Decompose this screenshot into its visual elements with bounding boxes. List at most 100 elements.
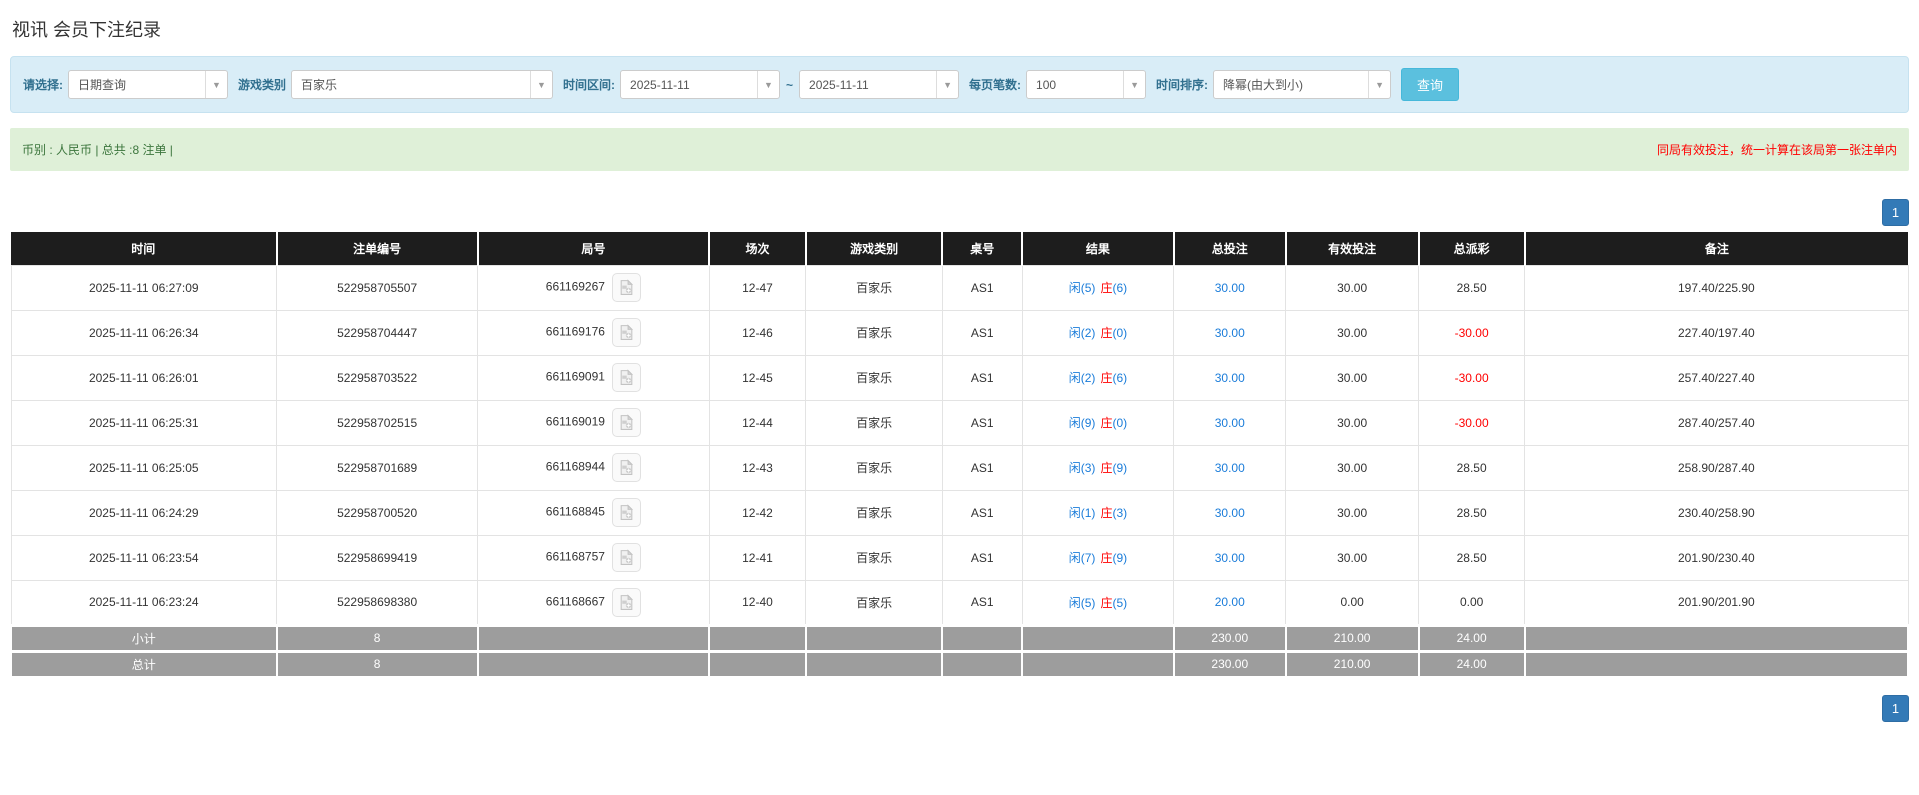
total-bet-link[interactable]: 20.00 (1215, 595, 1245, 609)
empty-cell (942, 651, 1022, 677)
total-bet-cell[interactable]: 30.00 (1174, 310, 1286, 355)
total-bet-link[interactable]: 30.00 (1215, 281, 1245, 295)
total-bet-cell[interactable]: 30.00 (1174, 265, 1286, 310)
payout-cell: 28.50 (1419, 490, 1525, 535)
column-header-0: 时间 (11, 232, 277, 265)
empty-cell (709, 625, 806, 651)
video-file-icon (618, 324, 635, 341)
valid-bet-cell: 30.00 (1286, 490, 1419, 535)
game-category-select[interactable]: 百家乐 ▼ (291, 70, 553, 99)
bet-id-cell: 522958701689 (277, 445, 478, 490)
result-banker-label: 庄 (1100, 326, 1112, 340)
column-header-8: 有效投注 (1286, 232, 1419, 265)
total-bet-cell[interactable]: 30.00 (1174, 445, 1286, 490)
round-cell: 661169176 (478, 310, 709, 355)
page-size-label: 每页笔数: (969, 76, 1021, 93)
round-id: 661168667 (546, 594, 605, 608)
total-bet-link[interactable]: 30.00 (1215, 416, 1245, 430)
video-replay-button[interactable] (612, 498, 641, 527)
bet-time-cell: 2025-11-11 06:27:09 (11, 265, 277, 310)
remark-cell: 287.40/257.40 (1525, 400, 1908, 445)
table-no-cell: AS1 (942, 580, 1022, 625)
query-type-value: 日期查询 (69, 76, 135, 93)
video-replay-button[interactable] (612, 543, 641, 572)
bet-id-cell: 522958698380 (277, 580, 478, 625)
subtotal-row: 小计 8 230.00 210.00 24.00 (11, 625, 1908, 651)
remark-cell: 197.40/225.90 (1525, 265, 1908, 310)
bet-id-cell: 522958704447 (277, 310, 478, 355)
result-cell: 闲(2)庄(6) (1022, 355, 1174, 400)
bet-id-cell: 522958703522 (277, 355, 478, 400)
total-bet-cell[interactable]: 30.00 (1174, 355, 1286, 400)
result-player-label: 闲 (1069, 416, 1081, 430)
video-file-icon (618, 504, 635, 521)
result-player-label: 闲 (1069, 326, 1081, 340)
video-replay-button[interactable] (612, 588, 641, 617)
result-banker-points: (9) (1112, 461, 1127, 475)
valid-bet-cell: 0.00 (1286, 580, 1419, 625)
page-1-button[interactable]: 1 (1882, 199, 1909, 226)
remark-cell: 227.40/197.40 (1525, 310, 1908, 355)
date-to-select[interactable]: 2025-11-11 ▼ (799, 70, 959, 99)
chevron-down-icon[interactable]: ▼ (936, 71, 958, 98)
subtotal-valid-bet: 210.00 (1286, 625, 1419, 651)
video-replay-button[interactable] (612, 363, 641, 392)
video-replay-button[interactable] (612, 408, 641, 437)
chevron-down-icon[interactable]: ▼ (530, 71, 552, 98)
query-type-select[interactable]: 日期查询 ▼ (68, 70, 228, 99)
total-bet-link[interactable]: 30.00 (1215, 461, 1245, 475)
game-category-cell: 百家乐 (806, 535, 943, 580)
valid-bet-cell: 30.00 (1286, 265, 1419, 310)
sort-select[interactable]: 降幂(由大到小) ▼ (1213, 70, 1391, 99)
chevron-down-icon[interactable]: ▼ (205, 71, 227, 98)
bet-id-cell: 522958700520 (277, 490, 478, 535)
column-header-10: 备注 (1525, 232, 1908, 265)
result-player-points: (1) (1081, 506, 1096, 520)
chevron-down-icon[interactable]: ▼ (757, 71, 779, 98)
total-bet-link[interactable]: 30.00 (1215, 551, 1245, 565)
chevron-down-icon[interactable]: ▼ (1368, 71, 1390, 98)
date-to-value: 2025-11-11 (800, 78, 878, 92)
result-banker-points: (9) (1112, 551, 1127, 565)
chevron-down-icon[interactable]: ▼ (1123, 71, 1145, 98)
empty-cell (1022, 625, 1174, 651)
table-row: 2025-11-11 06:24:29522958700520661168845… (11, 490, 1908, 535)
result-cell: 闲(2)庄(0) (1022, 310, 1174, 355)
bet-time-cell: 2025-11-11 06:23:24 (11, 580, 277, 625)
grand-total-label: 总计 (11, 651, 277, 677)
game-category-cell: 百家乐 (806, 445, 943, 490)
video-file-icon (618, 459, 635, 476)
search-button[interactable]: 查询 (1401, 68, 1459, 101)
page-1-button[interactable]: 1 (1882, 695, 1909, 722)
query-type-label: 请选择: (23, 76, 63, 93)
total-bet-link[interactable]: 30.00 (1215, 371, 1245, 385)
total-bet-link[interactable]: 30.00 (1215, 326, 1245, 340)
video-replay-button[interactable] (612, 318, 641, 347)
table-no-cell: AS1 (942, 535, 1022, 580)
video-replay-button[interactable] (612, 273, 641, 302)
total-bet-cell[interactable]: 30.00 (1174, 490, 1286, 535)
round-id: 661168944 (546, 460, 605, 474)
table-no-cell: AS1 (942, 310, 1022, 355)
video-replay-button[interactable] (612, 453, 641, 482)
total-bet-cell[interactable]: 20.00 (1174, 580, 1286, 625)
game-category-cell: 百家乐 (806, 400, 943, 445)
remark-cell: 257.40/227.40 (1525, 355, 1908, 400)
valid-bet-cell: 30.00 (1286, 400, 1419, 445)
page-size-select[interactable]: 100 ▼ (1026, 70, 1146, 99)
total-bet-link[interactable]: 30.00 (1215, 506, 1245, 520)
result-player-label: 闲 (1069, 281, 1081, 295)
session-cell: 12-40 (709, 580, 806, 625)
total-bet-cell[interactable]: 30.00 (1174, 400, 1286, 445)
round-cell: 661168757 (478, 535, 709, 580)
total-bet-cell[interactable]: 30.00 (1174, 535, 1286, 580)
payout-cell: 28.50 (1419, 445, 1525, 490)
table-no-cell: AS1 (942, 400, 1022, 445)
empty-cell (1525, 651, 1908, 677)
date-from-select[interactable]: 2025-11-11 ▼ (620, 70, 780, 99)
game-category-cell: 百家乐 (806, 580, 943, 625)
result-player-label: 闲 (1069, 596, 1081, 610)
column-header-2: 局号 (478, 232, 709, 265)
result-player-points: (9) (1081, 416, 1096, 430)
bet-time-cell: 2025-11-11 06:26:34 (11, 310, 277, 355)
